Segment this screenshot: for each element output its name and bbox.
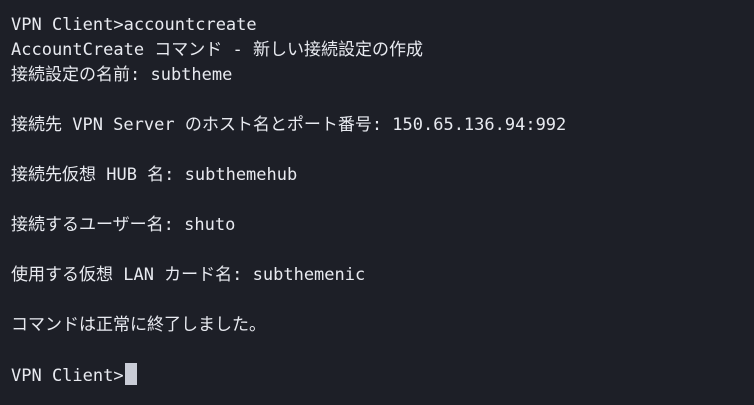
prompt-label: VPN Client> <box>11 366 124 386</box>
output-line-username: 接続するユーザー名: shuto <box>11 215 236 235</box>
output-line-server-host-port: 接続先 VPN Server のホスト名とポート番号: 150.65.136.9… <box>11 115 567 135</box>
terminal-window[interactable]: VPN Client>accountcreate AccountCreate コ… <box>0 0 754 405</box>
text-cursor <box>124 363 137 385</box>
output-line-command: VPN Client>accountcreate <box>11 15 257 35</box>
output-line-virtual-hub: 接続先仮想 HUB 名: subthemehub <box>11 165 298 185</box>
output-line-success-message: コマンドは正常に終了しました。 <box>11 315 266 335</box>
output-line-title: AccountCreate コマンド - 新しい接続設定の作成 <box>11 40 423 60</box>
output-line-lan-card: 使用する仮想 LAN カード名: subthemenic <box>11 265 366 285</box>
prompt-line[interactable]: VPN Client> <box>11 363 743 388</box>
output-line-connection-name: 接続設定の名前: subtheme <box>11 65 233 85</box>
